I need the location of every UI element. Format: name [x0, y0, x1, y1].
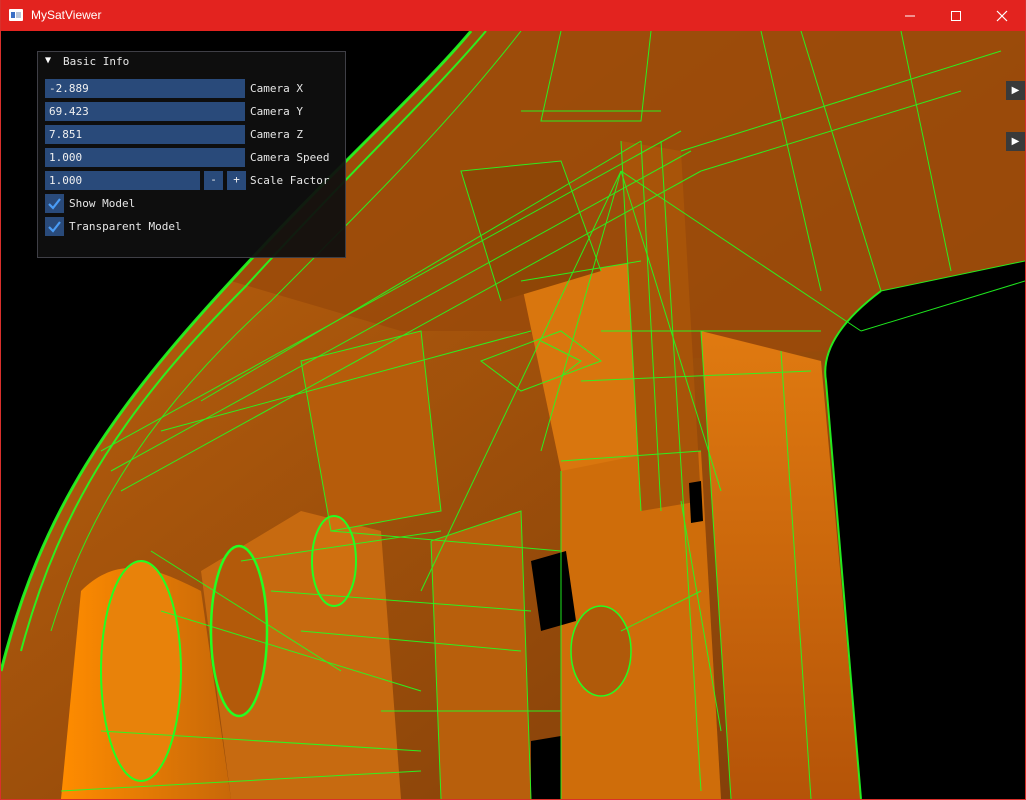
show-model-label: Show Model: [69, 197, 136, 210]
close-icon: [996, 10, 1008, 21]
camera-y-input[interactable]: 69.423: [45, 102, 245, 121]
panel-title: Basic Info: [63, 55, 130, 68]
side-expand-button-1[interactable]: ▶: [1006, 81, 1025, 100]
minimize-button[interactable]: [887, 0, 933, 31]
side-expand-button-2[interactable]: ▶: [1006, 132, 1025, 151]
camera-z-label: Camera Z: [250, 128, 303, 141]
transparent-model-checkbox[interactable]: [45, 217, 64, 236]
camera-y-label: Camera Y: [250, 105, 303, 118]
maximize-button[interactable]: [933, 0, 979, 31]
checkmark-icon: [48, 198, 61, 210]
play-icon: ▶: [1011, 85, 1020, 96]
transparent-model-label: Transparent Model: [69, 220, 182, 233]
window-title: MySatViewer: [31, 8, 102, 22]
scale-increment-button[interactable]: +: [227, 171, 246, 190]
scale-decrement-button[interactable]: -: [204, 171, 223, 190]
collapse-arrow-icon[interactable]: ▼: [45, 55, 51, 66]
camera-speed-input[interactable]: 1.000: [45, 148, 245, 167]
scale-factor-input[interactable]: 1.000: [45, 171, 200, 190]
basic-info-panel[interactable]: ▼ Basic Info -2.889 Camera X 69.423 Came…: [37, 51, 346, 258]
app-icon: [9, 9, 23, 21]
close-button[interactable]: [979, 0, 1025, 31]
show-model-checkbox[interactable]: [45, 194, 64, 213]
checkmark-icon: [48, 221, 61, 233]
camera-x-label: Camera X: [250, 82, 303, 95]
minimize-icon: [905, 15, 915, 16]
maximize-icon: [951, 10, 961, 21]
title-bar[interactable]: MySatViewer: [0, 0, 1026, 31]
scale-factor-label: Scale Factor: [250, 174, 330, 187]
camera-speed-label: Camera Speed: [250, 151, 330, 164]
camera-x-input[interactable]: -2.889: [45, 79, 245, 98]
camera-z-input[interactable]: 7.851: [45, 125, 245, 144]
play-icon: ▶: [1011, 136, 1020, 147]
panel-header[interactable]: ▼ Basic Info: [38, 52, 345, 72]
